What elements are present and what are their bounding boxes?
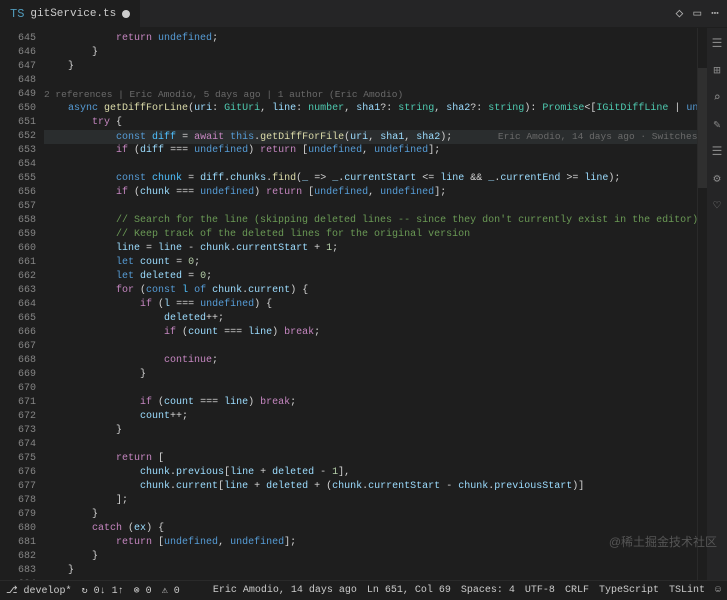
code-line[interactable]: const diff = await this.getDiffForFile(u…	[44, 130, 697, 144]
edit-icon[interactable]	[713, 117, 720, 132]
code-line[interactable]: async getDiffForLine(uri: GitUri, line: …	[44, 102, 697, 116]
blame-status[interactable]: Eric Amodio, 14 days ago	[213, 585, 357, 596]
code-line[interactable]: 2 references | Eric Amodio, 5 days ago |…	[44, 88, 697, 102]
minimap-thumb[interactable]	[698, 68, 707, 188]
code-line[interactable]: chunk.previous[line + deleted - 1],	[44, 466, 697, 480]
language-mode[interactable]: TypeScript	[599, 585, 659, 596]
code-line[interactable]: for (const l of chunk.current) {	[44, 284, 697, 298]
code-line[interactable]: ];	[44, 494, 697, 508]
indentation[interactable]: Spaces: 4	[461, 585, 515, 596]
branch-indicator[interactable]: develop*	[6, 585, 72, 597]
code-line[interactable]	[44, 158, 697, 172]
code-line[interactable]: if (chunk === undefined) return [undefin…	[44, 186, 697, 200]
code-line[interactable]: const chunk = diff.chunks.find(_ => _.cu…	[44, 172, 697, 186]
modified-indicator	[122, 10, 130, 18]
sync-indicator[interactable]: 0↓ 1↑	[82, 585, 124, 597]
code-line[interactable]	[44, 200, 697, 214]
code-line[interactable]: let count = 0;	[44, 256, 697, 270]
line-gutter: 6456466476486496506516526536546556566576…	[0, 28, 44, 580]
code-line[interactable]	[44, 340, 697, 354]
code-line[interactable]: // Search for the line (skipping deleted…	[44, 214, 697, 228]
list-icon[interactable]	[712, 144, 723, 159]
compare-icon[interactable]	[676, 6, 684, 21]
tab-filename: gitService.ts	[30, 8, 116, 20]
code-line[interactable]: // Keep track of the deleted lines for t…	[44, 228, 697, 242]
code-line[interactable]: let deleted = 0;	[44, 270, 697, 284]
code-line[interactable]: }	[44, 564, 697, 578]
code-line[interactable]: if (diff === undefined) return [undefine…	[44, 144, 697, 158]
eol[interactable]: CRLF	[565, 585, 589, 596]
code-line[interactable]	[44, 438, 697, 452]
heart-icon[interactable]	[713, 198, 720, 213]
feedback-icon[interactable]: ☺	[715, 585, 721, 596]
code-line[interactable]: if (count === line) break;	[44, 326, 697, 340]
cursor-position[interactable]: Ln 651, Col 69	[367, 585, 451, 596]
status-bar: develop* 0↓ 1↑ 0 0 Eric Amodio, 14 days …	[0, 580, 727, 600]
split-icon[interactable]	[693, 6, 701, 21]
code-line[interactable]: }	[44, 368, 697, 382]
menu-icon[interactable]	[712, 36, 723, 51]
code-line[interactable]: return [	[44, 452, 697, 466]
code-line[interactable]: try {	[44, 116, 697, 130]
code-line[interactable]: }	[44, 424, 697, 438]
error-count[interactable]: 0	[134, 585, 152, 597]
code-line[interactable]	[44, 382, 697, 396]
code-line[interactable]	[44, 74, 697, 88]
linter[interactable]: TSLint	[669, 585, 705, 596]
grid-icon[interactable]	[713, 63, 720, 78]
editor-actions	[676, 6, 727, 21]
settings-icon[interactable]	[713, 171, 720, 186]
code-line[interactable]: continue;	[44, 354, 697, 368]
code-line[interactable]: return [undefined, undefined];	[44, 536, 697, 550]
right-sidebar	[707, 28, 727, 580]
code-line[interactable]: line = line - chunk.currentStart + 1;	[44, 242, 697, 256]
code-line[interactable]: return undefined;	[44, 32, 697, 46]
code-line[interactable]: deleted++;	[44, 312, 697, 326]
search-icon[interactable]	[713, 90, 720, 105]
code-line[interactable]: catch (ex) {	[44, 522, 697, 536]
code-line[interactable]	[44, 578, 697, 580]
ts-file-icon: TS	[10, 7, 24, 21]
code-line[interactable]: }	[44, 46, 697, 60]
code-editor[interactable]: return undefined; } } 2 references | Eri…	[44, 28, 697, 580]
tab-bar: TS gitService.ts	[0, 0, 727, 28]
code-line[interactable]: count++;	[44, 410, 697, 424]
code-line[interactable]: chunk.current[line + deleted + (chunk.cu…	[44, 480, 697, 494]
tab-gitservice[interactable]: TS gitService.ts	[0, 0, 141, 27]
minimap[interactable]	[697, 28, 707, 580]
code-line[interactable]: }	[44, 60, 697, 74]
more-icon[interactable]	[711, 6, 719, 21]
warning-count[interactable]: 0	[162, 585, 180, 597]
code-line[interactable]: if (l === undefined) {	[44, 298, 697, 312]
code-line[interactable]: if (count === line) break;	[44, 396, 697, 410]
encoding[interactable]: UTF-8	[525, 585, 555, 596]
code-line[interactable]: }	[44, 550, 697, 564]
code-line[interactable]: }	[44, 508, 697, 522]
